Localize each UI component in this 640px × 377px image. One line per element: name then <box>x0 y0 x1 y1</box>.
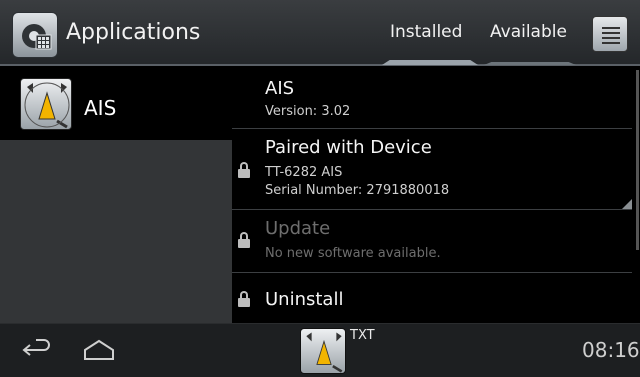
lock-icon <box>238 162 250 178</box>
tab-available[interactable]: Available <box>490 22 567 42</box>
notification-label: TXT <box>350 328 375 343</box>
tab-available-indicator <box>484 62 576 65</box>
paired-device-row[interactable]: Paired with Device TT-6282 AIS Serial Nu… <box>232 129 632 209</box>
update-status: No new software available. <box>265 246 441 261</box>
action-bar: Applications Installed Available <box>0 0 640 66</box>
paired-serial-number: Serial Number: 2791880018 <box>265 183 450 198</box>
uninstall-title: Uninstall <box>265 289 344 310</box>
update-title: Update <box>265 218 331 239</box>
applications-grid-icon[interactable] <box>12 12 58 58</box>
scrollbar[interactable] <box>636 70 639 250</box>
app-list: AIS <box>0 68 232 323</box>
app-info-row: AIS Version: 3.02 <box>232 68 632 128</box>
paired-device-name: TT-6282 AIS <box>265 165 343 180</box>
lock-icon <box>238 291 250 307</box>
status-clock: 08:16 <box>582 338 640 362</box>
app-name: AIS <box>265 78 295 99</box>
sidebar-item-ais[interactable]: AIS <box>0 68 232 140</box>
tab-installed-indicator <box>382 60 478 65</box>
ais-notification-icon[interactable] <box>300 328 346 374</box>
uninstall-row[interactable]: Uninstall <box>232 273 632 323</box>
ais-radar-icon <box>20 78 72 130</box>
update-row: Update No new software available. <box>232 210 632 272</box>
lock-icon <box>238 232 250 248</box>
app-version: Version: 3.02 <box>265 104 351 119</box>
page-title: Applications <box>66 20 201 45</box>
tab-installed[interactable]: Installed <box>390 22 462 42</box>
paired-title: Paired with Device <box>265 137 432 158</box>
menu-list-icon[interactable] <box>592 16 628 52</box>
expand-corner-icon <box>622 199 632 209</box>
sidebar-item-label: AIS <box>84 96 117 120</box>
back-icon[interactable] <box>22 338 52 362</box>
app-detail: AIS Version: 3.02 Paired with Device TT-… <box>232 68 640 323</box>
home-icon[interactable] <box>82 338 116 362</box>
system-navigation-bar: TXT 08:16 <box>0 323 640 377</box>
